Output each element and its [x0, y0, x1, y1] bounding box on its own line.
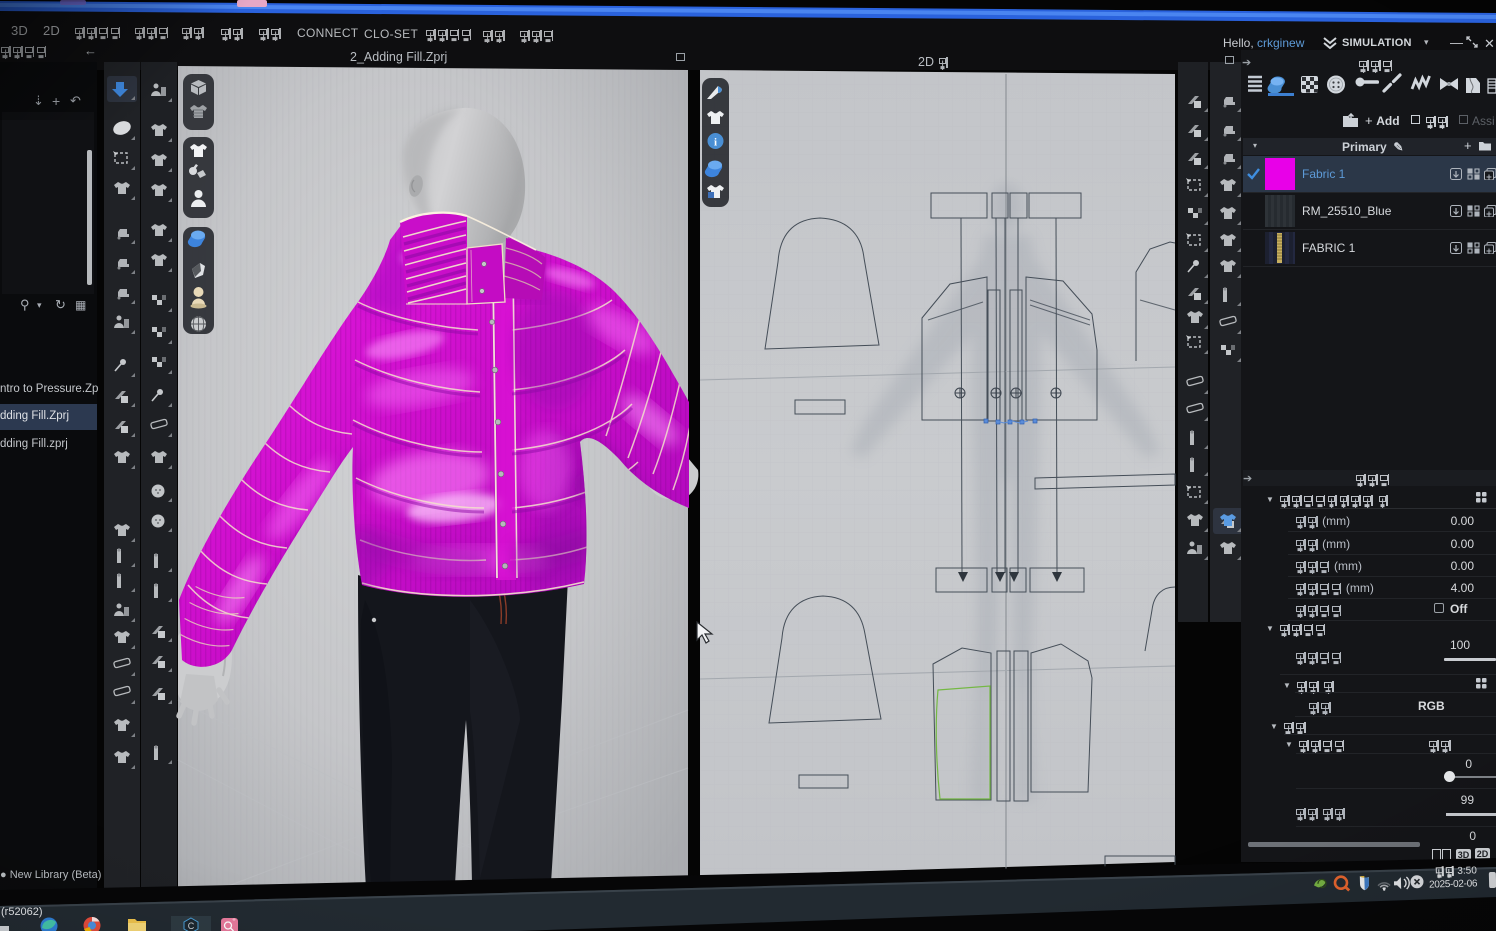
svg-text:C: C: [188, 921, 195, 931]
svg-text:i: i: [714, 137, 717, 149]
